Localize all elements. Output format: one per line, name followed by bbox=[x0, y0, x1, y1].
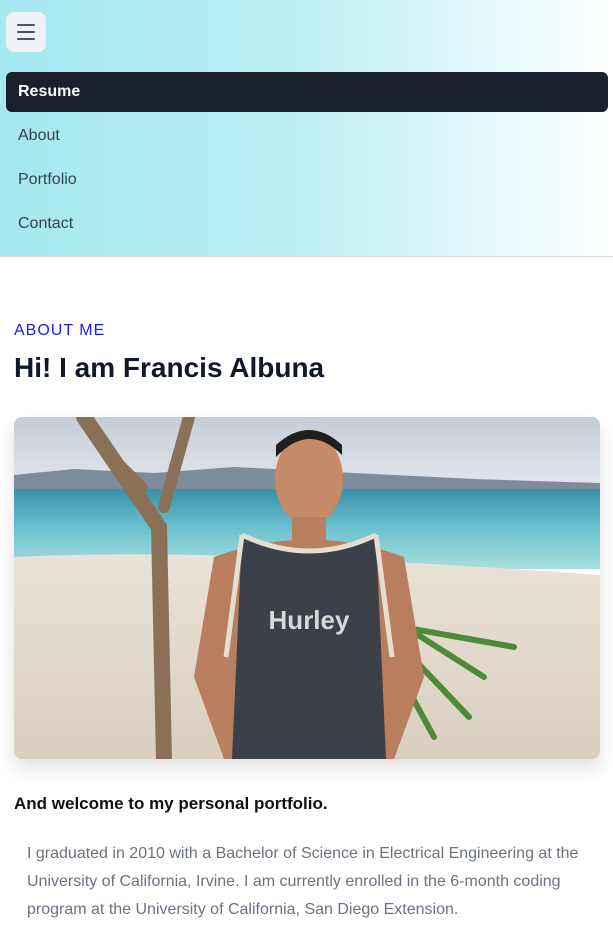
section-eyebrow: ABOUT ME bbox=[14, 322, 106, 339]
hamburger-icon bbox=[17, 38, 35, 40]
main-nav: Resume About Portfolio Contact bbox=[6, 72, 608, 248]
hamburger-icon bbox=[17, 31, 35, 33]
intro-paragraph: I graduated in 2010 with a Bachelor of S… bbox=[27, 845, 579, 918]
nav-item-about[interactable]: About bbox=[6, 116, 608, 156]
menu-toggle-button[interactable] bbox=[6, 12, 46, 52]
shirt-logo: Hurley bbox=[269, 605, 350, 635]
profile-photo: Hurley bbox=[14, 417, 600, 759]
page-title: Hi! I am Francis Albuna bbox=[14, 352, 325, 383]
header: Resume About Portfolio Contact bbox=[0, 0, 613, 257]
hamburger-icon bbox=[17, 24, 35, 26]
nav-item-contact[interactable]: Contact bbox=[6, 204, 608, 244]
nav-item-portfolio[interactable]: Portfolio bbox=[6, 160, 608, 200]
nav-item-resume[interactable]: Resume bbox=[6, 72, 608, 112]
welcome-heading: And welcome to my personal portfolio. bbox=[14, 794, 328, 813]
